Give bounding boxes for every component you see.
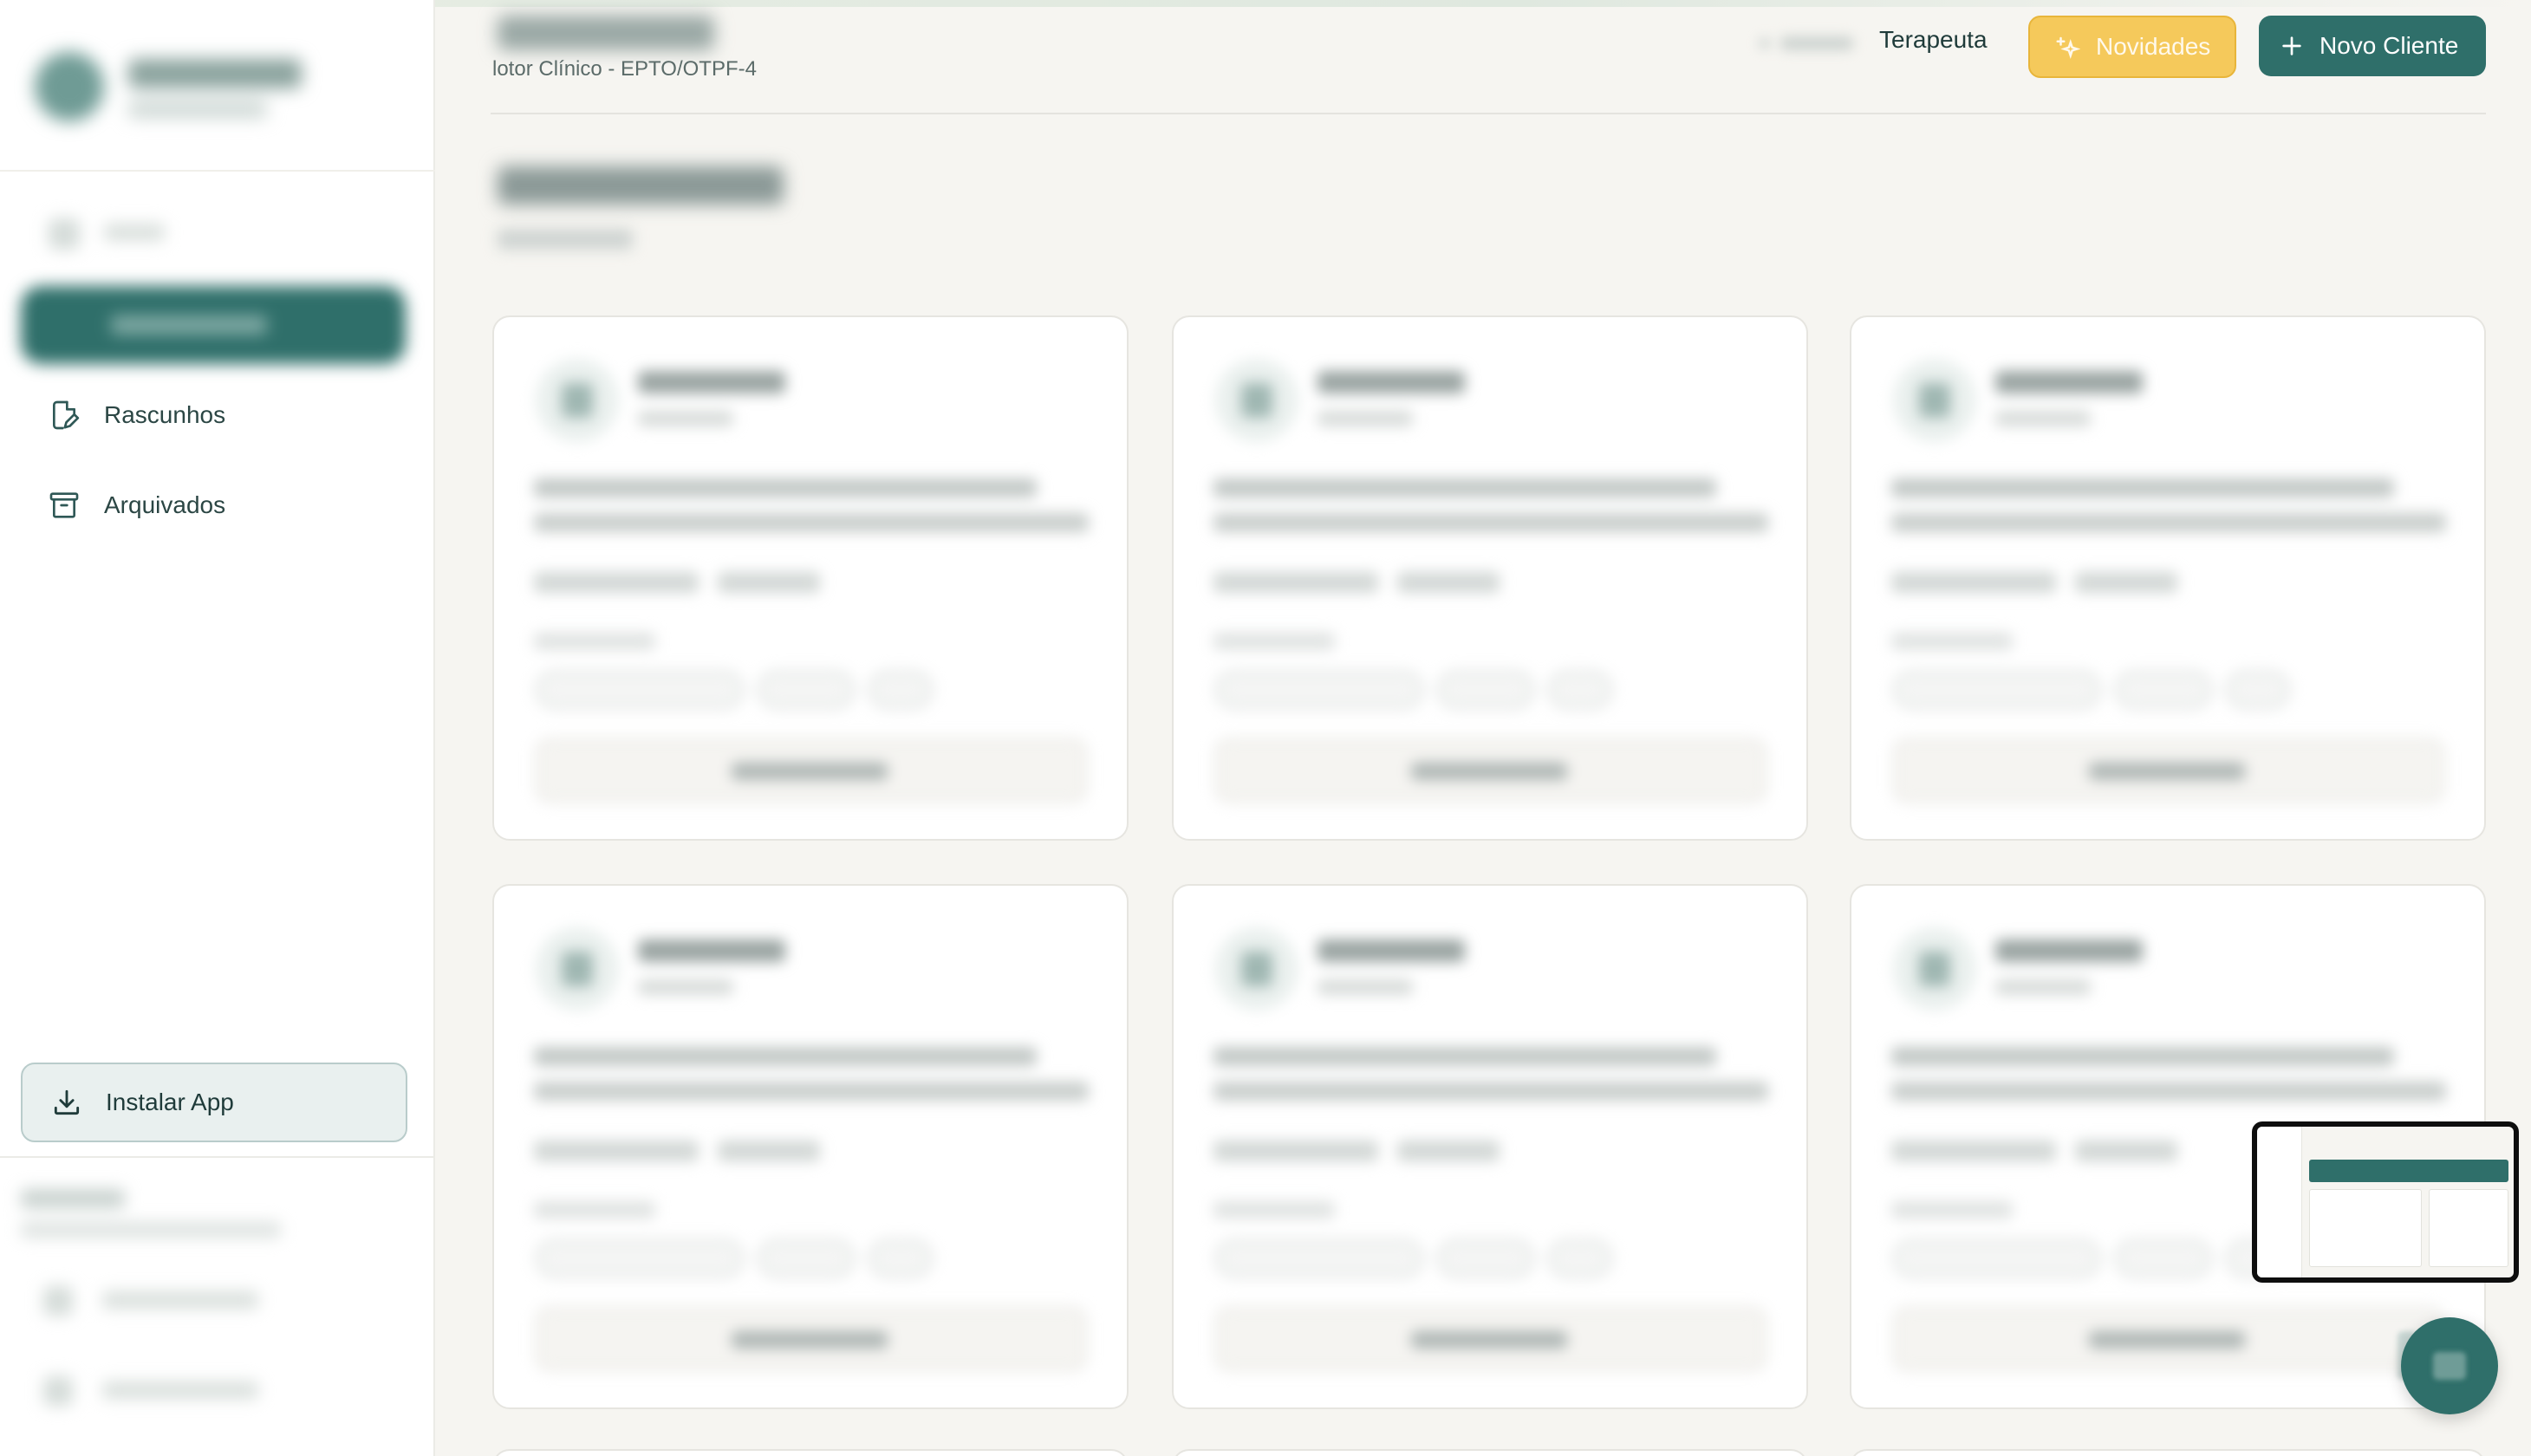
user-info-blurred [21, 1184, 307, 1253]
divider [0, 1156, 435, 1158]
novo-cliente-label: Novo Cliente [2320, 32, 2459, 59]
install-app-label: Instalar App [106, 1089, 234, 1115]
chat-button[interactable] [2401, 1317, 2498, 1414]
client-card[interactable] [1850, 315, 2486, 841]
sidebar-item-active-blurred[interactable] [21, 286, 406, 364]
page-subtitle-blurred [498, 229, 633, 250]
sidebar-item-label: Arquivados [104, 491, 226, 518]
footer-item-blurred[interactable] [43, 1371, 303, 1409]
install-app-button[interactable]: Instalar App [21, 1063, 407, 1142]
user-role: Terapeuta [1879, 26, 1988, 53]
plus-icon [2282, 36, 2301, 55]
client-card[interactable] [492, 315, 1129, 841]
sidebar-item-rascunhos[interactable]: Rascunhos [21, 376, 406, 454]
archive-icon [49, 492, 79, 518]
header-title-blurred [498, 16, 714, 50]
client-card[interactable] [492, 1449, 1129, 1456]
client-card[interactable] [1172, 1449, 1808, 1456]
novo-cliente-button[interactable]: Novo Cliente [2259, 16, 2486, 76]
client-card[interactable] [1172, 315, 1808, 841]
page-title-blurred [498, 166, 784, 205]
online-status-blurred [1760, 33, 1862, 54]
sparkle-icon [2056, 36, 2080, 59]
header-subtitle: lotor Clínico - EPTO/OTPF-4 [492, 57, 757, 81]
sidebar-item-arquivados[interactable]: Arquivados [21, 466, 406, 544]
footer-item-blurred[interactable] [43, 1281, 303, 1319]
client-card[interactable] [492, 884, 1129, 1409]
brand-logo [35, 45, 399, 140]
sidebar-item-blurred[interactable] [43, 213, 182, 251]
novidades-button[interactable]: Novidades [2028, 16, 2236, 78]
screenshot-thumbnail[interactable] [2252, 1121, 2519, 1283]
divider [491, 113, 2486, 114]
download-icon [54, 1089, 80, 1115]
chat-icon [2433, 1352, 2466, 1380]
sidebar-item-label: Rascunhos [104, 401, 226, 428]
draft-icon [53, 400, 80, 430]
divider [0, 170, 435, 172]
client-card[interactable] [1850, 1449, 2486, 1456]
client-card[interactable] [1172, 884, 1808, 1409]
novidades-label: Novidades [2096, 33, 2211, 60]
sidebar: Rascunhos Arquivados Instalar App [0, 0, 435, 1456]
